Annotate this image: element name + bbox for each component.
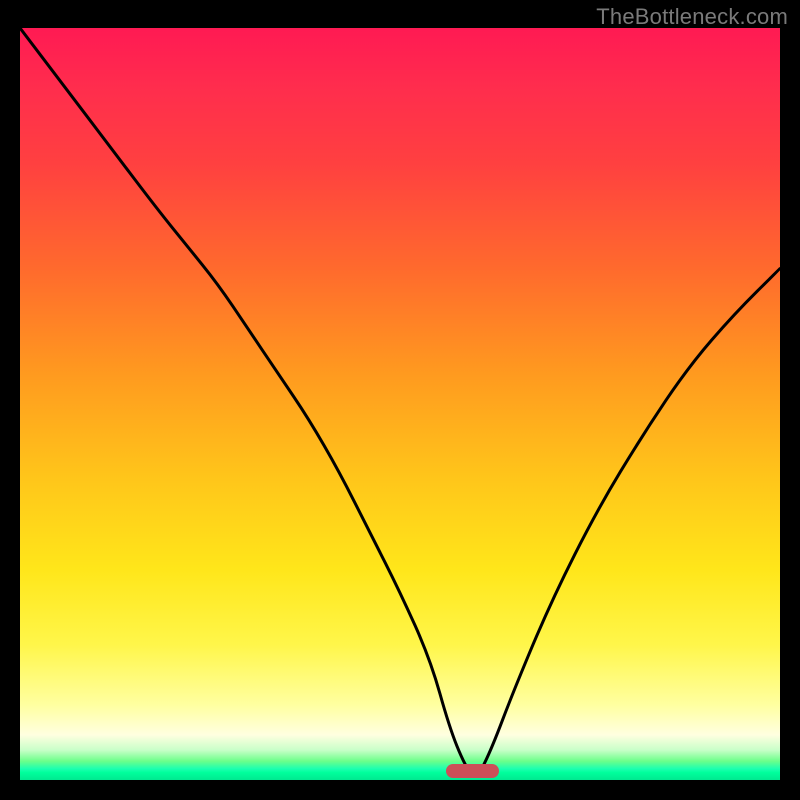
optimal-range-marker: [446, 764, 499, 778]
plot-area: [20, 28, 780, 780]
watermark-text: TheBottleneck.com: [596, 4, 788, 30]
bottleneck-curve: [20, 28, 780, 780]
chart-frame: TheBottleneck.com: [0, 0, 800, 800]
